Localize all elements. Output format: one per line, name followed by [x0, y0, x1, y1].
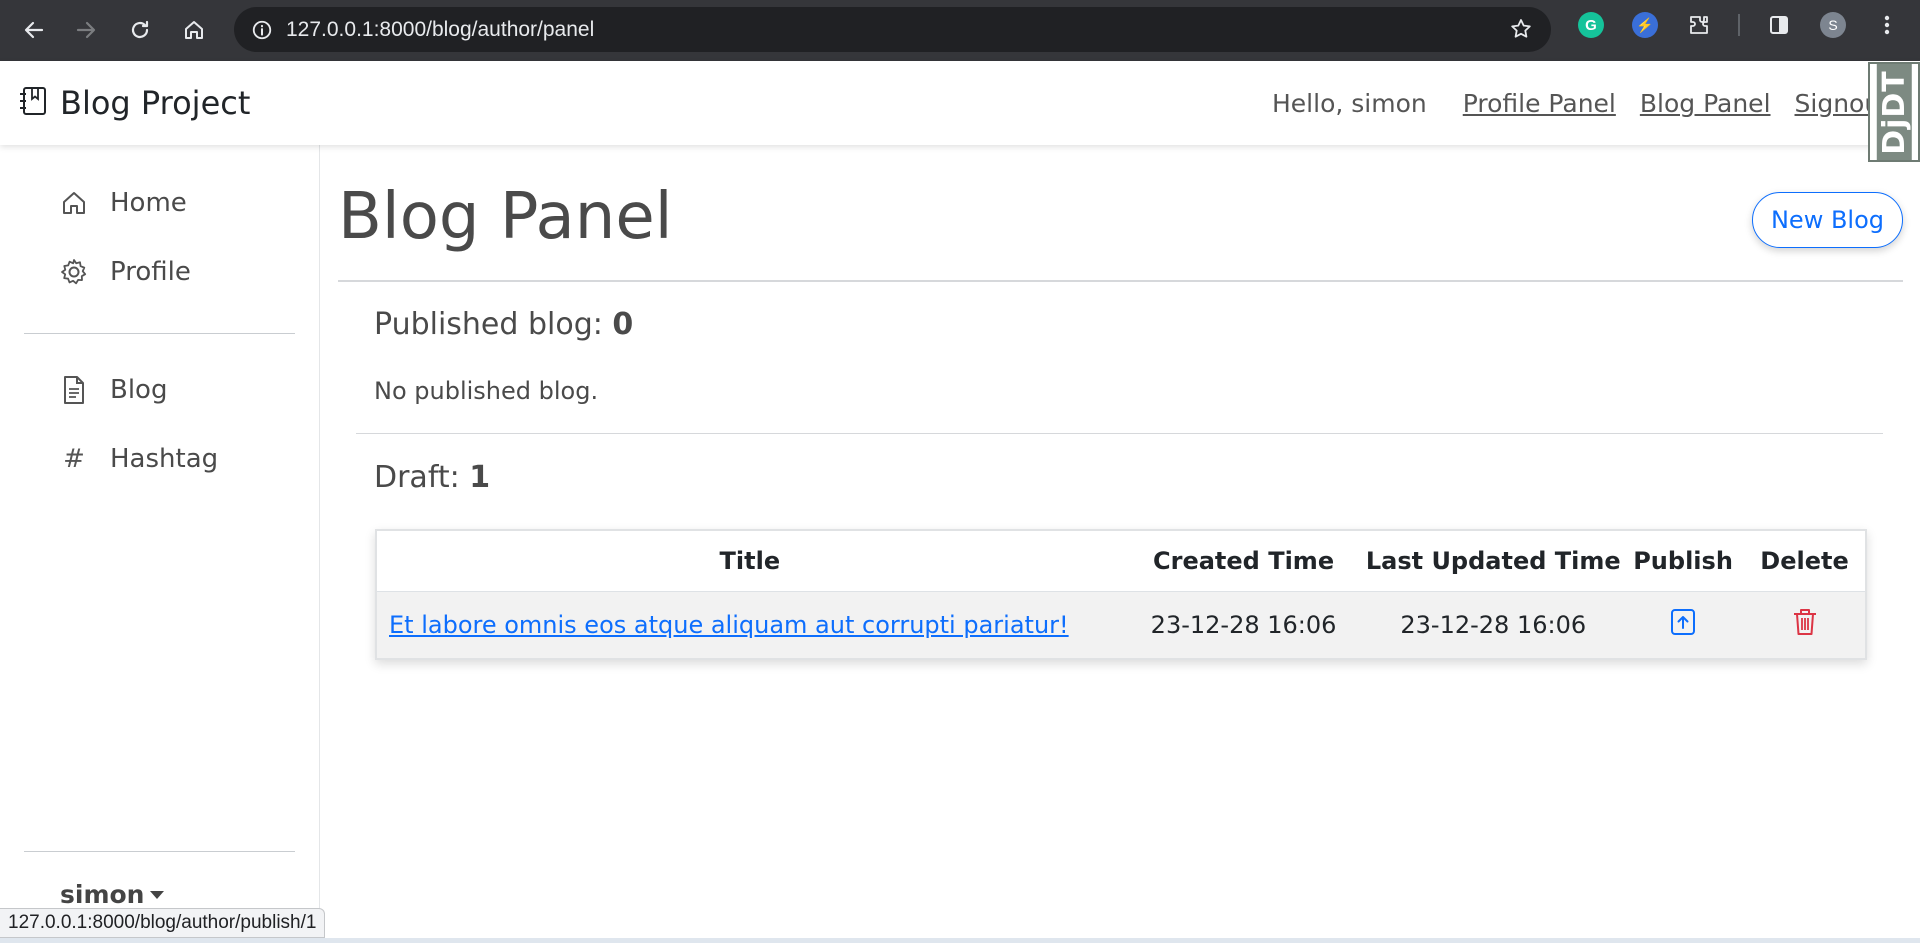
upload-icon [1670, 608, 1696, 642]
publish-cell [1622, 591, 1745, 658]
trash-icon [1792, 607, 1818, 643]
sidebar-item-hashtag[interactable]: # Hashtag [58, 443, 218, 475]
site-info-icon[interactable] [240, 8, 284, 52]
bolt-extension-icon[interactable]: ⚡ [1632, 12, 1658, 38]
column-header-updated: Last Updated Time [1364, 531, 1623, 592]
page-title: Blog Panel [338, 180, 673, 254]
sidebar: Home Profile Blog # Hashtag simon [0, 145, 320, 943]
blog-panel-link[interactable]: Blog Panel [1640, 89, 1771, 118]
sidebar-item-label: Home [110, 188, 187, 218]
reload-icon[interactable] [118, 8, 162, 52]
sidebar-item-label: Blog [110, 375, 168, 405]
created-time-cell: 23-12-28 16:06 [1122, 591, 1365, 658]
window-bottom-edge [0, 938, 1920, 943]
published-label: Published blog: [374, 307, 613, 342]
browser-toolbar: 127.0.0.1:8000/blog/author/panel G ⚡ S [0, 0, 1920, 61]
grammarly-extension-icon[interactable]: G [1578, 12, 1604, 38]
delete-button[interactable] [1792, 607, 1818, 643]
section-divider [356, 433, 1883, 434]
back-icon[interactable] [12, 8, 56, 52]
site-navbar: Blog Project Hello, simon Profile Panel … [0, 61, 1920, 145]
column-header-created: Created Time [1122, 531, 1365, 592]
table-row: Et labore omnis eos atque aliquam aut co… [377, 591, 1865, 658]
draft-count: 1 [469, 460, 491, 495]
extensions-puzzle-icon[interactable] [1686, 12, 1712, 38]
gear-icon [58, 256, 90, 288]
column-header-publish: Publish [1622, 531, 1745, 592]
title-divider [338, 280, 1903, 282]
forward-icon[interactable] [64, 8, 108, 52]
toolbar-divider [1738, 14, 1740, 36]
title-cell: Et labore omnis eos atque aliquam aut co… [377, 591, 1123, 658]
updated-time-cell: 23-12-28 16:06 [1364, 591, 1623, 658]
sidebar-divider [24, 333, 295, 334]
sidebar-item-label: Profile [110, 257, 191, 287]
brand-name: Blog Project [60, 84, 251, 122]
bookmark-star-icon[interactable] [1509, 17, 1533, 45]
published-heading: Published blog: 0 [374, 307, 633, 342]
navbar-user-links: Hello, simon Profile Panel Blog Panel Si… [1272, 61, 1890, 145]
django-debug-toolbar-handle[interactable]: DjDT [1868, 62, 1920, 162]
brand-link[interactable]: Blog Project [18, 84, 250, 122]
notebook-icon [18, 85, 48, 121]
delete-cell [1744, 591, 1865, 658]
sidebar-divider [24, 851, 295, 852]
draft-label: Draft: [374, 460, 470, 495]
address-bar[interactable]: 127.0.0.1:8000/blog/author/panel [234, 7, 1551, 52]
document-icon [58, 374, 90, 406]
sidebar-item-blog[interactable]: Blog [58, 374, 167, 406]
publish-button[interactable] [1670, 608, 1696, 642]
published-count: 0 [612, 307, 634, 342]
side-panel-icon[interactable] [1766, 12, 1792, 38]
draft-heading: Draft: 1 [374, 460, 490, 495]
draft-table: Title Created Time Last Updated Time Pub… [375, 529, 1867, 660]
url-text[interactable]: 127.0.0.1:8000/blog/author/panel [286, 18, 594, 42]
draft-title-link[interactable]: Et labore omnis eos atque aliquam aut co… [389, 611, 1069, 639]
profile-avatar[interactable]: S [1820, 12, 1846, 38]
debug-toolbar-label: DjDT [1876, 64, 1912, 160]
published-empty-message: No published blog. [374, 377, 599, 405]
column-header-delete: Delete [1744, 531, 1865, 592]
column-header-title: Title [377, 531, 1123, 592]
caret-down-icon [150, 890, 165, 899]
greeting-text: Hello, simon [1272, 88, 1427, 118]
sidebar-item-home[interactable]: Home [58, 187, 187, 219]
new-blog-button[interactable]: New Blog [1751, 192, 1903, 248]
user-dropdown-toggle[interactable]: simon [60, 880, 165, 909]
menu-kebab-icon[interactable] [1874, 12, 1900, 38]
sidebar-username: simon [60, 880, 145, 909]
hash-icon: # [63, 444, 85, 474]
profile-panel-link[interactable]: Profile Panel [1463, 89, 1616, 118]
home-button-icon[interactable] [172, 8, 216, 52]
sidebar-item-profile[interactable]: Profile [58, 256, 191, 288]
table-header-row: Title Created Time Last Updated Time Pub… [377, 531, 1865, 592]
sidebar-item-label: Hashtag [110, 444, 219, 474]
home-icon [58, 187, 90, 219]
status-bar-url: 127.0.0.1:8000/blog/author/publish/1 [0, 908, 326, 938]
